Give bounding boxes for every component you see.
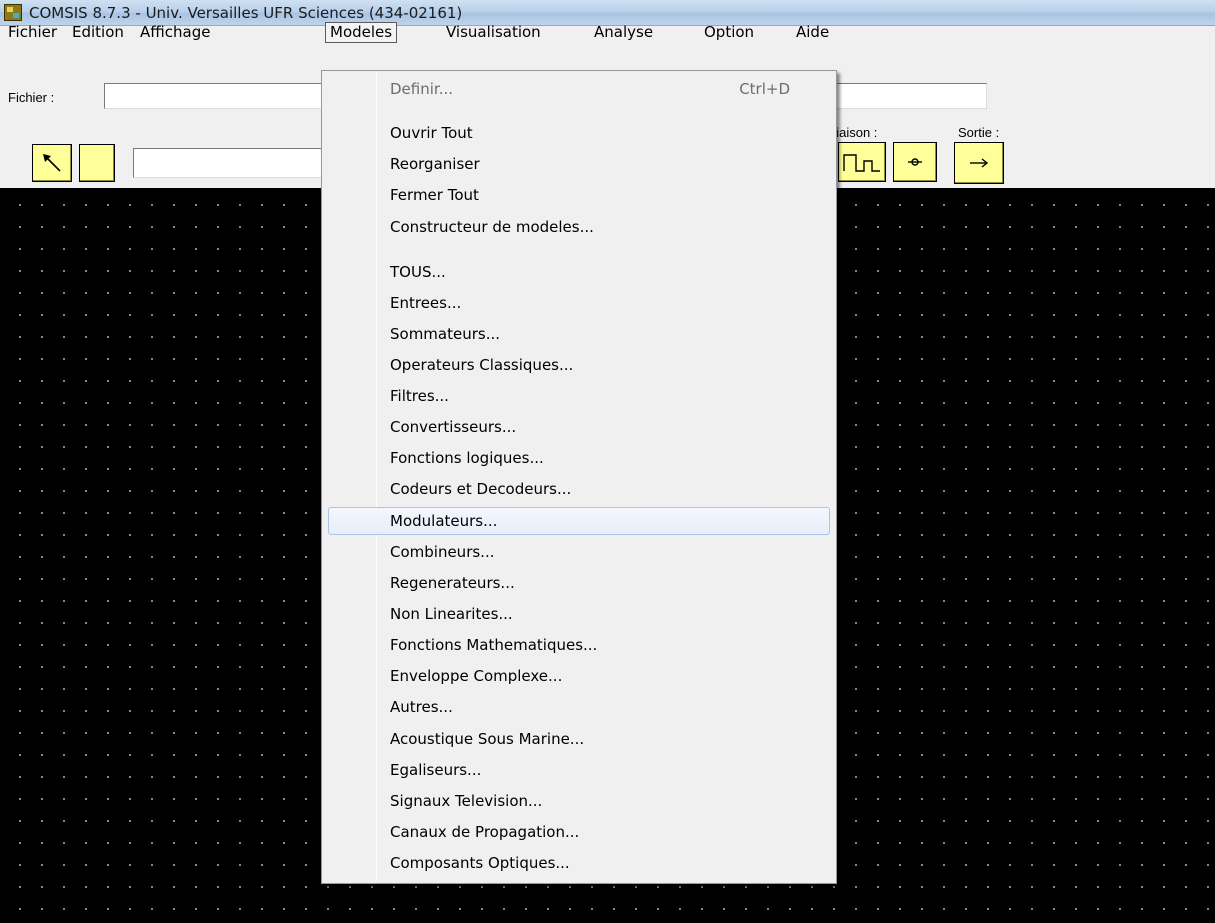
arrow-pointer-icon — [43, 154, 61, 172]
menu-bar: Fichier Edition Affichage Modeles Visual… — [0, 22, 1215, 66]
window-title: COMSIS 8.7.3 - Univ. Versailles UFR Scie… — [29, 4, 463, 22]
menu-item-sommateurs[interactable]: Sommateurs... — [328, 320, 830, 348]
menu-item-codeurs-et-decodeurs[interactable]: Codeurs et Decodeurs... — [328, 475, 830, 503]
pulse-link-button[interactable] — [838, 142, 886, 182]
menu-item-fermer-tout[interactable]: Fermer Tout — [328, 181, 830, 209]
menu-fichier[interactable]: Fichier — [5, 23, 60, 42]
app-icon[interactable] — [4, 4, 22, 21]
select-tool-button[interactable] — [32, 144, 72, 182]
modeles-dropdown-menu: Definir... Ctrl+D Ouvrir Tout Reorganise… — [321, 70, 837, 884]
output-label: Sortie : — [958, 125, 1000, 140]
menu-item-autres[interactable]: Autres... — [328, 693, 830, 721]
menu-item-composants-optiques[interactable]: Composants Optiques... — [328, 849, 830, 877]
menu-modeles[interactable]: Modeles — [325, 22, 398, 43]
file-label: Fichier : — [8, 90, 55, 105]
output-button[interactable] — [954, 142, 1004, 184]
menu-visualisation[interactable]: Visualisation — [443, 23, 544, 42]
pulse-connector-icon — [843, 154, 880, 172]
menu-item-enveloppe-complexe[interactable]: Enveloppe Complexe... — [328, 662, 830, 690]
menu-item-canaux-de-propagation[interactable]: Canaux de Propagation... — [328, 818, 830, 846]
menu-item-entrees[interactable]: Entrees... — [328, 289, 830, 317]
node-junction-icon — [908, 158, 922, 166]
menu-item-fonctions-logiques[interactable]: Fonctions logiques... — [328, 444, 830, 472]
menu-option[interactable]: Option — [701, 23, 757, 42]
right-text-field[interactable] — [830, 83, 987, 109]
file-name-field[interactable] — [104, 83, 344, 109]
menu-item-definir: Definir... Ctrl+D — [328, 75, 830, 103]
name-field[interactable] — [133, 148, 348, 178]
menu-item-tous[interactable]: TOUS... — [328, 258, 830, 286]
menu-item-modulateurs[interactable]: Modulateurs... — [328, 507, 830, 535]
menu-analyse[interactable]: Analyse — [591, 23, 656, 42]
menu-item-combineurs[interactable]: Combineurs... — [328, 538, 830, 566]
menu-item-fonctions-mathematiques[interactable]: Fonctions Mathematiques... — [328, 631, 830, 659]
menu-item-constructeur-de-modeles[interactable]: Constructeur de modeles... — [328, 213, 830, 241]
menu-aide[interactable]: Aide — [793, 23, 832, 42]
menu-item-reorganiser[interactable]: Reorganiser — [328, 150, 830, 178]
menu-item-signaux-television[interactable]: Signaux Television... — [328, 787, 830, 815]
arrow-right-icon — [970, 158, 989, 168]
menu-item-filtres[interactable]: Filtres... — [328, 382, 830, 410]
menu-item-convertisseurs[interactable]: Convertisseurs... — [328, 413, 830, 441]
menu-item-operateurs-classiques[interactable]: Operateurs Classiques... — [328, 351, 830, 379]
menu-edition[interactable]: Edition — [69, 23, 127, 42]
menu-item-regenerateurs[interactable]: Regenerateurs... — [328, 569, 830, 597]
menu-item-egaliseurs[interactable]: Egaliseurs... — [328, 756, 830, 784]
menu-item-label: Definir... — [390, 80, 453, 98]
menu-item-ouvrir-tout[interactable]: Ouvrir Tout — [328, 119, 830, 147]
node-link-button[interactable] — [893, 142, 937, 182]
menu-item-shortcut: Ctrl+D — [739, 80, 790, 98]
menu-affichage[interactable]: Affichage — [137, 23, 213, 42]
menu-item-non-linearites[interactable]: Non Linearites... — [328, 600, 830, 628]
menu-item-acoustique-sous-marine[interactable]: Acoustique Sous Marine... — [328, 725, 830, 753]
blank-tool-button[interactable] — [79, 144, 115, 182]
